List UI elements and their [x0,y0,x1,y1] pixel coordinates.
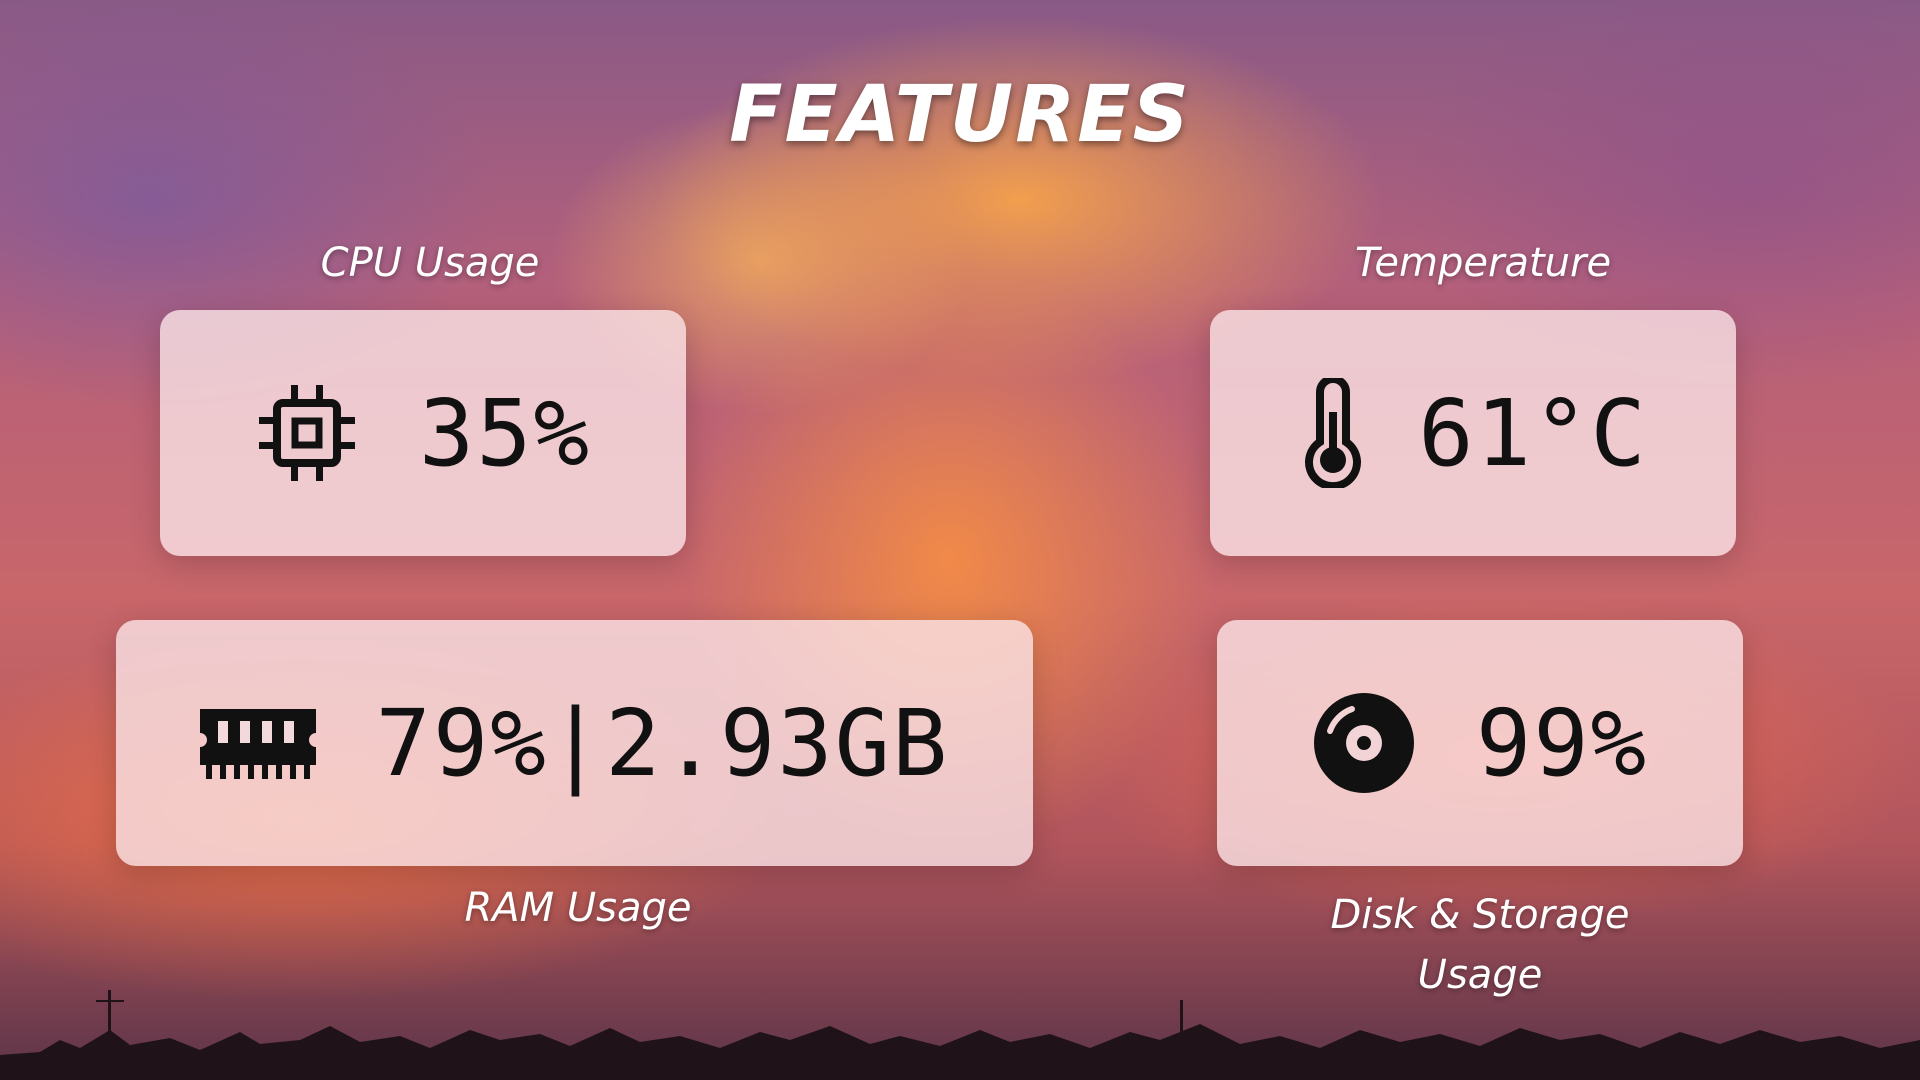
thermometer-icon [1298,378,1368,488]
memory-module-icon [199,703,316,783]
ram-usage-value: 79%|2.93GB [375,689,950,797]
cpu-usage-card: 35% [160,310,686,556]
cpu-usage-value: 35% [418,379,592,487]
disk-storage-usage-label: Disk & Storage Usage [1330,892,1630,998]
page-title: FEATURES [729,70,1191,160]
ram-usage-card: 79%|2.93GB [116,620,1033,866]
disk-usage-value: 99% [1475,689,1649,797]
disk-usage-card: 99% [1217,620,1743,866]
disk-icon [1312,691,1416,795]
temperature-value: 61°C [1418,379,1648,487]
temperature-label: Temperature [1354,240,1612,286]
cpu-usage-label: CPU Usage [320,240,540,286]
temperature-card: 61°C [1210,310,1736,556]
cpu-chip-icon [255,381,359,485]
ram-usage-label: RAM Usage [464,885,692,931]
